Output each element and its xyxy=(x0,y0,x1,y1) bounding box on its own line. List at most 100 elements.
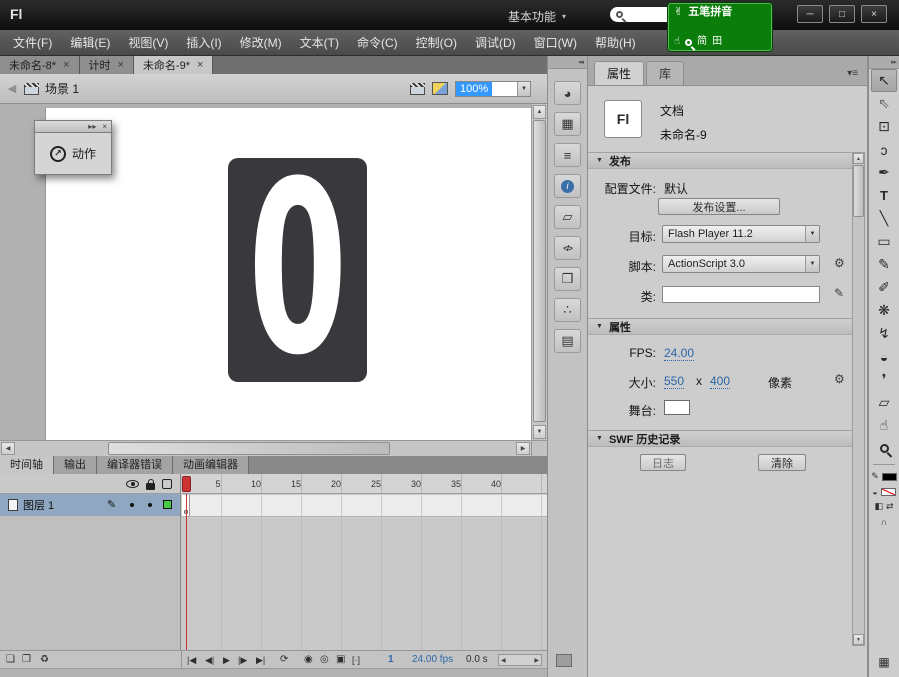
stroke-color-control[interactable]: ✎ xyxy=(871,469,897,484)
ime-fullwidth-toggle[interactable]: 田 xyxy=(712,37,722,47)
chevron-down-icon[interactable]: ▼ xyxy=(805,226,819,242)
delete-layer-button[interactable]: ♻ xyxy=(40,654,49,666)
properties-scrollbar[interactable]: ▲ ▼ xyxy=(852,152,865,646)
tab-motion-editor[interactable]: 动画编辑器 xyxy=(173,456,249,474)
edit-multiple-frames-button[interactable]: ▣ xyxy=(336,654,345,666)
close-icon[interactable]: × xyxy=(118,59,124,71)
align-panel-button[interactable]: ≡ xyxy=(554,143,581,167)
snap-to-objects-icon[interactable]: ∩ xyxy=(881,517,888,527)
maximize-button[interactable]: □ xyxy=(829,5,855,23)
components-panel-button[interactable]: ❒ xyxy=(554,267,581,291)
actions-panel-titlebar[interactable]: ▸▸ × xyxy=(34,120,112,133)
play-button[interactable]: ▶ xyxy=(223,654,230,666)
frame-rate-value[interactable]: 24.00 fps xyxy=(412,654,453,666)
section-header-properties[interactable]: ▼ 属性 xyxy=(588,318,854,335)
minimize-button[interactable]: ─ xyxy=(797,5,823,23)
fill-color-swatch[interactable] xyxy=(881,488,896,496)
chevron-down-icon[interactable]: ▼ xyxy=(805,256,819,272)
scroll-up-icon[interactable]: ▲ xyxy=(853,153,864,164)
hand-tool[interactable]: ☝ xyxy=(871,414,897,437)
menu-insert[interactable]: 插入(I) xyxy=(177,30,230,56)
layer-outline-color-swatch[interactable] xyxy=(163,500,172,509)
scroll-right-icon[interactable]: ▶ xyxy=(534,657,539,664)
code-snippets-panel-button[interactable]: </> xyxy=(554,236,581,260)
menu-view[interactable]: 视图(V) xyxy=(119,30,177,56)
eraser-tool[interactable]: ▱ xyxy=(871,391,897,414)
bone-tool[interactable]: ↯ xyxy=(871,322,897,345)
swap-colors-icon[interactable]: ⇄ xyxy=(886,501,894,512)
layer-row[interactable]: 图层 1 ✎ xyxy=(0,494,180,516)
brush-tool[interactable]: ✐ xyxy=(871,276,897,299)
tab-output[interactable]: 输出 xyxy=(54,456,97,474)
menu-control[interactable]: 控制(O) xyxy=(407,30,466,56)
workspace-switcher[interactable]: 基本功能 ▾ xyxy=(508,8,566,25)
text-tool[interactable]: T xyxy=(871,184,897,207)
ime-hand-icon[interactable]: ☝ xyxy=(674,37,680,47)
tab-compiler-errors[interactable]: 编译器错误 xyxy=(97,456,173,474)
stroke-color-swatch[interactable] xyxy=(882,473,897,481)
onion-skin-button[interactable]: ◉ xyxy=(304,654,313,666)
onion-skin-outline-button[interactable]: ◎ xyxy=(320,654,329,666)
chevron-down-icon[interactable]: ▼ xyxy=(517,82,530,96)
collapse-panels-chevrons[interactable]: ▸▸ xyxy=(869,56,899,69)
scroll-left-icon[interactable]: ◀ xyxy=(1,442,15,455)
layer-lock-dot[interactable] xyxy=(148,503,152,507)
last-frame-button[interactable]: ▶| xyxy=(256,654,265,666)
chevron-right-icon[interactable]: ▸▸ xyxy=(88,122,96,131)
stage-color-swatch[interactable] xyxy=(664,400,690,415)
tab-properties[interactable]: 属性 xyxy=(594,61,644,85)
first-frame-button[interactable]: |◀ xyxy=(187,654,196,666)
outline-icon[interactable] xyxy=(162,479,172,489)
black-white-icon[interactable]: ◧ xyxy=(874,501,883,512)
stage-height-value[interactable]: 400 xyxy=(710,374,730,389)
tab-timeline[interactable]: 时间轴 xyxy=(0,456,54,474)
show-hide-eye-icon[interactable] xyxy=(126,480,139,488)
pencil-tool[interactable]: ✎ xyxy=(871,253,897,276)
step-forward-button[interactable]: |▶ xyxy=(238,654,247,666)
expand-panels-chevrons[interactable]: ◂◂ xyxy=(548,56,587,69)
timeline-ruler[interactable]: 5 10 15 20 25 30 35 40 xyxy=(182,474,547,494)
scrollbar-thumb[interactable] xyxy=(853,165,864,217)
layer-frames-row[interactable] xyxy=(182,495,547,517)
lock-icon[interactable] xyxy=(146,483,155,490)
menu-window[interactable]: 窗口(W) xyxy=(525,30,586,56)
collapsed-panel-icon[interactable] xyxy=(556,654,572,667)
selection-tool[interactable]: ↖ xyxy=(871,69,897,92)
menu-commands[interactable]: 命令(C) xyxy=(348,30,407,56)
doc-tab-untitled-9[interactable]: 未命名-9* × xyxy=(134,56,214,74)
stage-width-value[interactable]: 550 xyxy=(664,374,684,389)
color-panel-button[interactable]: ◕ xyxy=(554,81,581,105)
menu-help[interactable]: 帮助(H) xyxy=(586,30,645,56)
scroll-down-icon[interactable]: ▼ xyxy=(533,425,546,439)
loop-button[interactable]: ⟳ xyxy=(280,654,288,666)
menu-modify[interactable]: 修改(M) xyxy=(231,30,291,56)
eyedropper-tool[interactable]: ❜ xyxy=(871,368,897,391)
stage-pasteboard[interactable]: 0 ▸▸ × ↗ 动作 xyxy=(0,104,531,440)
tab-library[interactable]: 库 xyxy=(646,61,684,85)
modify-markers-button[interactable]: [·] xyxy=(352,654,360,666)
menu-debug[interactable]: 调试(D) xyxy=(466,30,525,56)
close-button[interactable]: × xyxy=(861,5,887,23)
edit-scene-icon[interactable] xyxy=(410,83,425,95)
timeline-frames-pane[interactable]: 5 10 15 20 25 30 35 40 xyxy=(182,474,547,650)
swatches-panel-button[interactable]: ▦ xyxy=(554,112,581,136)
wrench-icon[interactable]: ⚙ xyxy=(834,256,845,270)
stage-vertical-scrollbar[interactable]: ▲ ▼ xyxy=(531,104,547,440)
menu-file[interactable]: 文件(F) xyxy=(4,30,61,56)
close-icon[interactable]: × xyxy=(197,59,203,71)
stage-horizontal-scrollbar[interactable]: ◀ ▶ xyxy=(0,440,531,456)
layer-name[interactable]: 图层 1 xyxy=(23,497,54,513)
timeline-horizontal-scrollbar[interactable]: ◀ ▶ xyxy=(498,654,542,666)
paint-bucket-tool[interactable]: ◒ xyxy=(871,345,897,368)
lasso-tool[interactable]: ↄ xyxy=(871,138,897,161)
playhead-handle[interactable] xyxy=(182,476,191,492)
back-arrow-icon[interactable]: ◀ xyxy=(0,82,24,95)
scrollbar-thumb[interactable] xyxy=(533,120,546,422)
scroll-up-icon[interactable]: ▲ xyxy=(533,105,546,119)
publish-settings-button[interactable]: 发布设置... xyxy=(658,198,780,215)
log-button[interactable]: 日志 xyxy=(640,454,686,471)
doc-tab-timing[interactable]: 计时 × xyxy=(80,56,134,74)
stage-object-rounded-rect[interactable]: 0 xyxy=(228,158,367,382)
actions-panel-body[interactable]: ↗ 动作 xyxy=(34,133,112,175)
free-transform-tool[interactable]: ⊡ xyxy=(871,115,897,138)
